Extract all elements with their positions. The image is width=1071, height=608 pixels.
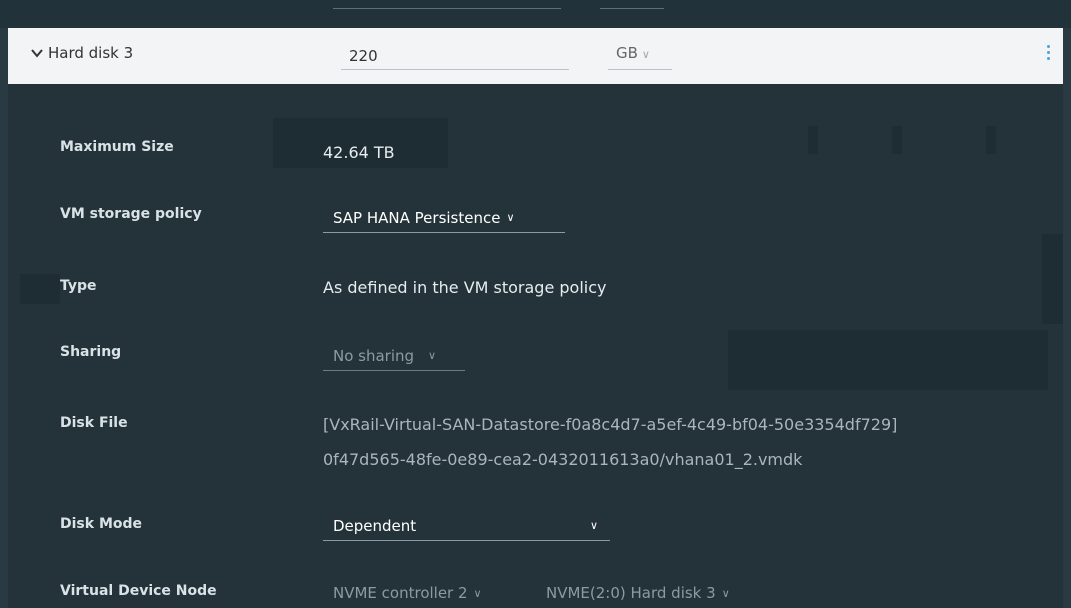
sharing-select[interactable]: No sharing ∨ (323, 341, 465, 371)
chevron-down-icon: ∨ (721, 586, 730, 600)
storage-policy-value: SAP HANA Persistence (333, 208, 501, 227)
type-value: As defined in the VM storage policy (323, 278, 607, 297)
virtual-device-node-label: Virtual Device Node (60, 583, 217, 599)
disk-file-path-line2: 0f47d565-48fe-0e89-cea2-0432011613a0/vha… (323, 450, 803, 469)
background-shadow (808, 126, 818, 154)
controller-select[interactable]: NVME controller 2 ∨ (323, 578, 525, 608)
hard-disk-toggle[interactable]: Hard disk 3 (30, 44, 133, 62)
max-size-label: Maximum Size (60, 139, 174, 155)
previous-unit-select[interactable] (600, 0, 664, 9)
chevron-down-icon (31, 49, 43, 58)
disk-mode-select[interactable]: Dependent ∨ (323, 511, 610, 541)
type-label: Type (60, 278, 97, 294)
background-shadow (892, 126, 902, 154)
background-shadow (1042, 234, 1063, 324)
background-shadow (986, 126, 996, 154)
chevron-down-icon: ∨ (589, 519, 598, 532)
background-shadow (20, 274, 60, 304)
disk-mode-value: Dependent (333, 516, 417, 535)
disk-unit-value: GB (616, 44, 638, 62)
sharing-label: Sharing (60, 344, 122, 360)
disk-size-input[interactable] (341, 42, 569, 70)
max-size-value: 42.64 TB (323, 143, 395, 162)
device-node-value: NVME(2:0) Hard disk 3 (546, 584, 716, 602)
chevron-down-icon: ∨ (473, 586, 482, 600)
sharing-value: No sharing (333, 346, 415, 365)
storage-policy-select[interactable]: SAP HANA Persistence ∨ (323, 203, 565, 233)
storage-policy-label: VM storage policy (60, 206, 202, 222)
more-vertical-icon[interactable] (1042, 42, 1054, 66)
previous-row-remnant (0, 0, 1071, 28)
disk-mode-label: Disk Mode (60, 516, 143, 532)
chevron-down-icon: ∨ (428, 349, 437, 362)
chevron-down-icon: ∨ (641, 48, 650, 61)
disk-file-label: Disk File (60, 415, 128, 431)
controller-value: NVME controller 2 (333, 584, 468, 602)
chevron-down-icon: ∨ (506, 211, 515, 224)
device-node-select[interactable]: NVME(2:0) Hard disk 3 ∨ (536, 578, 780, 608)
disk-file-path-line1: [VxRail-Virtual-SAN-Datastore-f0a8c4d7-a… (323, 415, 898, 434)
background-shadow (728, 330, 1048, 390)
hard-disk-row: Hard disk 3 GB∨ (8, 28, 1063, 84)
hard-disk-title: Hard disk 3 (48, 44, 134, 62)
previous-size-input[interactable] (333, 0, 561, 9)
disk-unit-select[interactable]: GB ∨ (608, 42, 672, 70)
